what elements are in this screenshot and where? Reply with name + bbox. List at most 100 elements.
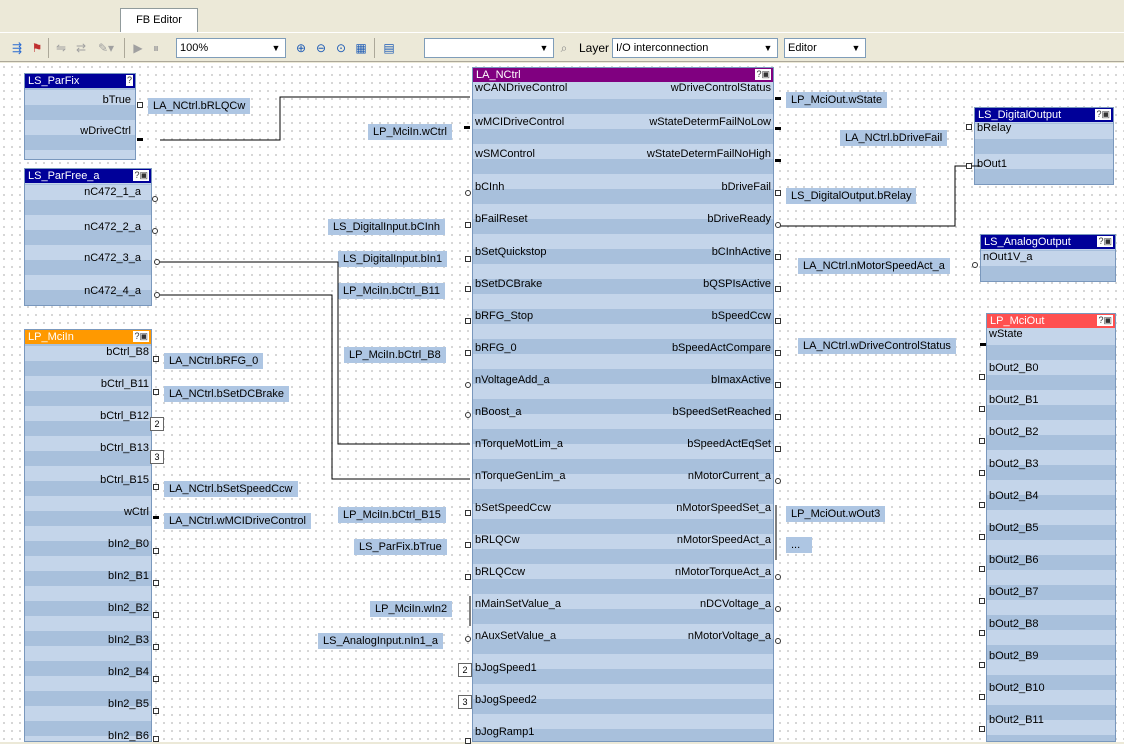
fb-title[interactable]: LS_AnalogOutput ?▣ <box>981 235 1115 249</box>
output-pin-marker[interactable] <box>775 97 781 100</box>
input-pin-marker[interactable] <box>464 126 470 129</box>
help-icon[interactable]: ?▣ <box>133 331 149 342</box>
fb-ls-parfix[interactable]: LS_ParFix ? bTrue wDriveCtrl <box>24 73 136 160</box>
pin-bctrl-b8[interactable]: bCtrl_B8 <box>106 346 149 359</box>
output-pin-marker[interactable] <box>775 190 781 196</box>
pin-bin2-b1[interactable]: bIn2_B1 <box>108 570 149 583</box>
pin-brelay[interactable]: bRelay <box>977 122 1011 135</box>
output-pin-marker[interactable] <box>775 286 781 292</box>
input-pin-marker[interactable] <box>465 286 471 292</box>
pin-nc472-2[interactable]: nC472_2_a <box>84 221 141 234</box>
help-icon[interactable]: ?▣ <box>1095 109 1111 120</box>
pin-bcinh[interactable]: bCInh <box>475 181 504 194</box>
layer-select[interactable]: I/O interconnection ▼ <box>612 38 778 58</box>
pin-brfg-0[interactable]: bRFG_0 <box>475 342 517 355</box>
input-pin-marker[interactable] <box>465 574 471 580</box>
connector-label[interactable]: LS_DigitalInput.bIn1 <box>338 251 448 267</box>
pin-brfg-stop[interactable]: bRFG_Stop <box>475 310 533 323</box>
pin-bqspisactive[interactable]: bQSPIsActive <box>703 278 771 291</box>
pin-wstatedetermfailnohigh[interactable]: wStateDetermFailNoHigh <box>647 148 771 161</box>
output-pin-marker[interactable] <box>153 484 159 490</box>
output-pin-marker[interactable] <box>775 446 781 452</box>
output-pin-marker[interactable] <box>137 138 143 141</box>
fb-title[interactable]: LS_ParFree_a ?▣ <box>25 169 151 183</box>
connector-label[interactable]: LA_NCtrl.bSetDCBrake <box>164 386 289 402</box>
connector-label[interactable]: LA_NCtrl.wMCIDriveControl <box>164 513 311 529</box>
connector-label[interactable]: LP_MciIn.bCtrl_B8 <box>344 347 446 363</box>
pin-bspeedacteqset[interactable]: bSpeedActEqSet <box>687 438 771 451</box>
pin-ntorquemotlim-a[interactable]: nTorqueMotLim_a <box>475 438 563 451</box>
input-pin-marker[interactable] <box>465 190 471 196</box>
pin-bimaxactive[interactable]: bImaxActive <box>711 374 771 387</box>
pin-wctrl[interactable]: wCtrl <box>124 506 149 519</box>
pin-nvoltageadd-a[interactable]: nVoltageAdd_a <box>475 374 550 387</box>
pin-bsetspeedccw[interactable]: bSetSpeedCcw <box>475 502 551 515</box>
output-pin-marker[interactable] <box>153 676 159 682</box>
input-pin-marker[interactable] <box>979 662 985 668</box>
link-badge[interactable]: 3 <box>458 695 472 709</box>
output-pin-marker[interactable] <box>775 127 781 130</box>
pin-bsetdcbrake[interactable]: bSetDCBrake <box>475 278 542 291</box>
pin-bout2-b10[interactable]: bOut2_B10 <box>989 682 1045 695</box>
pin-bin2-b0[interactable]: bIn2_B0 <box>108 538 149 551</box>
fb-lp-mciout[interactable]: LP_MciOut ?▣ wState bOut2_B0 bOut2_B1 bO… <box>986 313 1116 742</box>
output-pin-marker[interactable] <box>775 638 781 644</box>
pin-nc472-4[interactable]: nC472_4_a <box>84 285 141 298</box>
pin-bfailreset[interactable]: bFailReset <box>475 213 528 226</box>
input-pin-marker[interactable] <box>465 542 471 548</box>
input-pin-marker[interactable] <box>979 726 985 732</box>
input-pin-marker[interactable] <box>979 598 985 604</box>
pin-nmotortorqueact-a[interactable]: nMotorTorqueAct_a <box>675 566 771 579</box>
help-icon[interactable]: ?▣ <box>1097 315 1113 326</box>
input-pin-marker[interactable] <box>465 222 471 228</box>
pin-bin2-b5[interactable]: bIn2_B5 <box>108 698 149 711</box>
pin-bcinhactive[interactable]: bCInhActive <box>712 246 771 259</box>
pin-bout2-b2[interactable]: bOut2_B2 <box>989 426 1039 439</box>
output-pin-marker[interactable] <box>775 382 781 388</box>
pin-nauxsetvalue-a[interactable]: nAuxSetValue_a <box>475 630 556 643</box>
input-pin-marker[interactable] <box>966 124 972 130</box>
input-pin-marker[interactable] <box>979 438 985 444</box>
output-pin-marker[interactable] <box>153 736 159 742</box>
connector-label[interactable]: LA_NCtrl.bRFG_0 <box>164 353 264 369</box>
connector-label[interactable]: LS_ParFix.bTrue <box>354 539 447 555</box>
pin-wdrivectrl[interactable]: wDriveCtrl <box>80 125 131 138</box>
pin-nc472-1[interactable]: nC472_1_a <box>84 186 141 199</box>
connector-label[interactable]: LA_NCtrl.bRLQCw <box>148 98 251 114</box>
zoom-select[interactable]: 100% ▼ <box>176 38 286 58</box>
fb-title[interactable]: LP_MciIn ?▣ <box>25 330 151 344</box>
pin-bspeedsetreached[interactable]: bSpeedSetReached <box>673 406 771 419</box>
fb-lp-mciin[interactable]: LP_MciIn ?▣ bCtrl_B8 bCtrl_B11 bCtrl_B12… <box>24 329 152 742</box>
play-icon[interactable]: ▶ <box>130 39 146 57</box>
connector-more[interactable]: ... <box>786 537 812 553</box>
pin-nmotorvoltage-a[interactable]: nMotorVoltage_a <box>688 630 771 643</box>
pin-bspeedccw[interactable]: bSpeedCcw <box>712 310 771 323</box>
output-pin-marker[interactable] <box>775 254 781 260</box>
output-pin-marker[interactable] <box>153 580 159 586</box>
output-pin-marker[interactable] <box>775 478 781 484</box>
pin-bjogspeed2[interactable]: bJogSpeed2 <box>475 694 537 707</box>
pin-nmainsetvalue-a[interactable]: nMainSetValue_a <box>475 598 561 611</box>
pin-bin2-b2[interactable]: bIn2_B2 <box>108 602 149 615</box>
align-icon[interactable]: ⇋ <box>52 39 70 57</box>
connector-label[interactable]: LA_NCtrl.bDriveFail <box>840 130 948 146</box>
pin-bjogramp1[interactable]: bJogRamp1 <box>475 726 534 739</box>
input-pin-marker[interactable] <box>465 318 471 324</box>
input-pin-marker[interactable] <box>979 470 985 476</box>
pin-bsetquickstop[interactable]: bSetQuickstop <box>475 246 547 259</box>
pin-bout2-b1[interactable]: bOut2_B1 <box>989 394 1039 407</box>
output-pin-marker[interactable] <box>153 612 159 618</box>
connector-label[interactable]: LP_MciOut.wState <box>786 92 888 108</box>
link-badge[interactable]: 2 <box>150 417 164 431</box>
input-pin-marker[interactable] <box>465 510 471 516</box>
pin-ntorquegenlim-a[interactable]: nTorqueGenLim_a <box>475 470 566 483</box>
fb-title[interactable]: LS_ParFix ? <box>25 74 135 88</box>
input-pin-marker[interactable] <box>465 350 471 356</box>
pin-bctrl-b12[interactable]: bCtrl_B12 <box>100 410 149 423</box>
output-pin-marker[interactable] <box>775 606 781 612</box>
pin-nboost-a[interactable]: nBoost_a <box>475 406 521 419</box>
pin-bout1[interactable]: bOut1 <box>977 158 1007 171</box>
pause-icon[interactable]: ⏸ <box>148 39 164 57</box>
connector-label[interactable]: LS_DigitalOutput.bRelay <box>786 188 917 204</box>
pin-brlqcw[interactable]: bRLQCw <box>475 534 520 547</box>
